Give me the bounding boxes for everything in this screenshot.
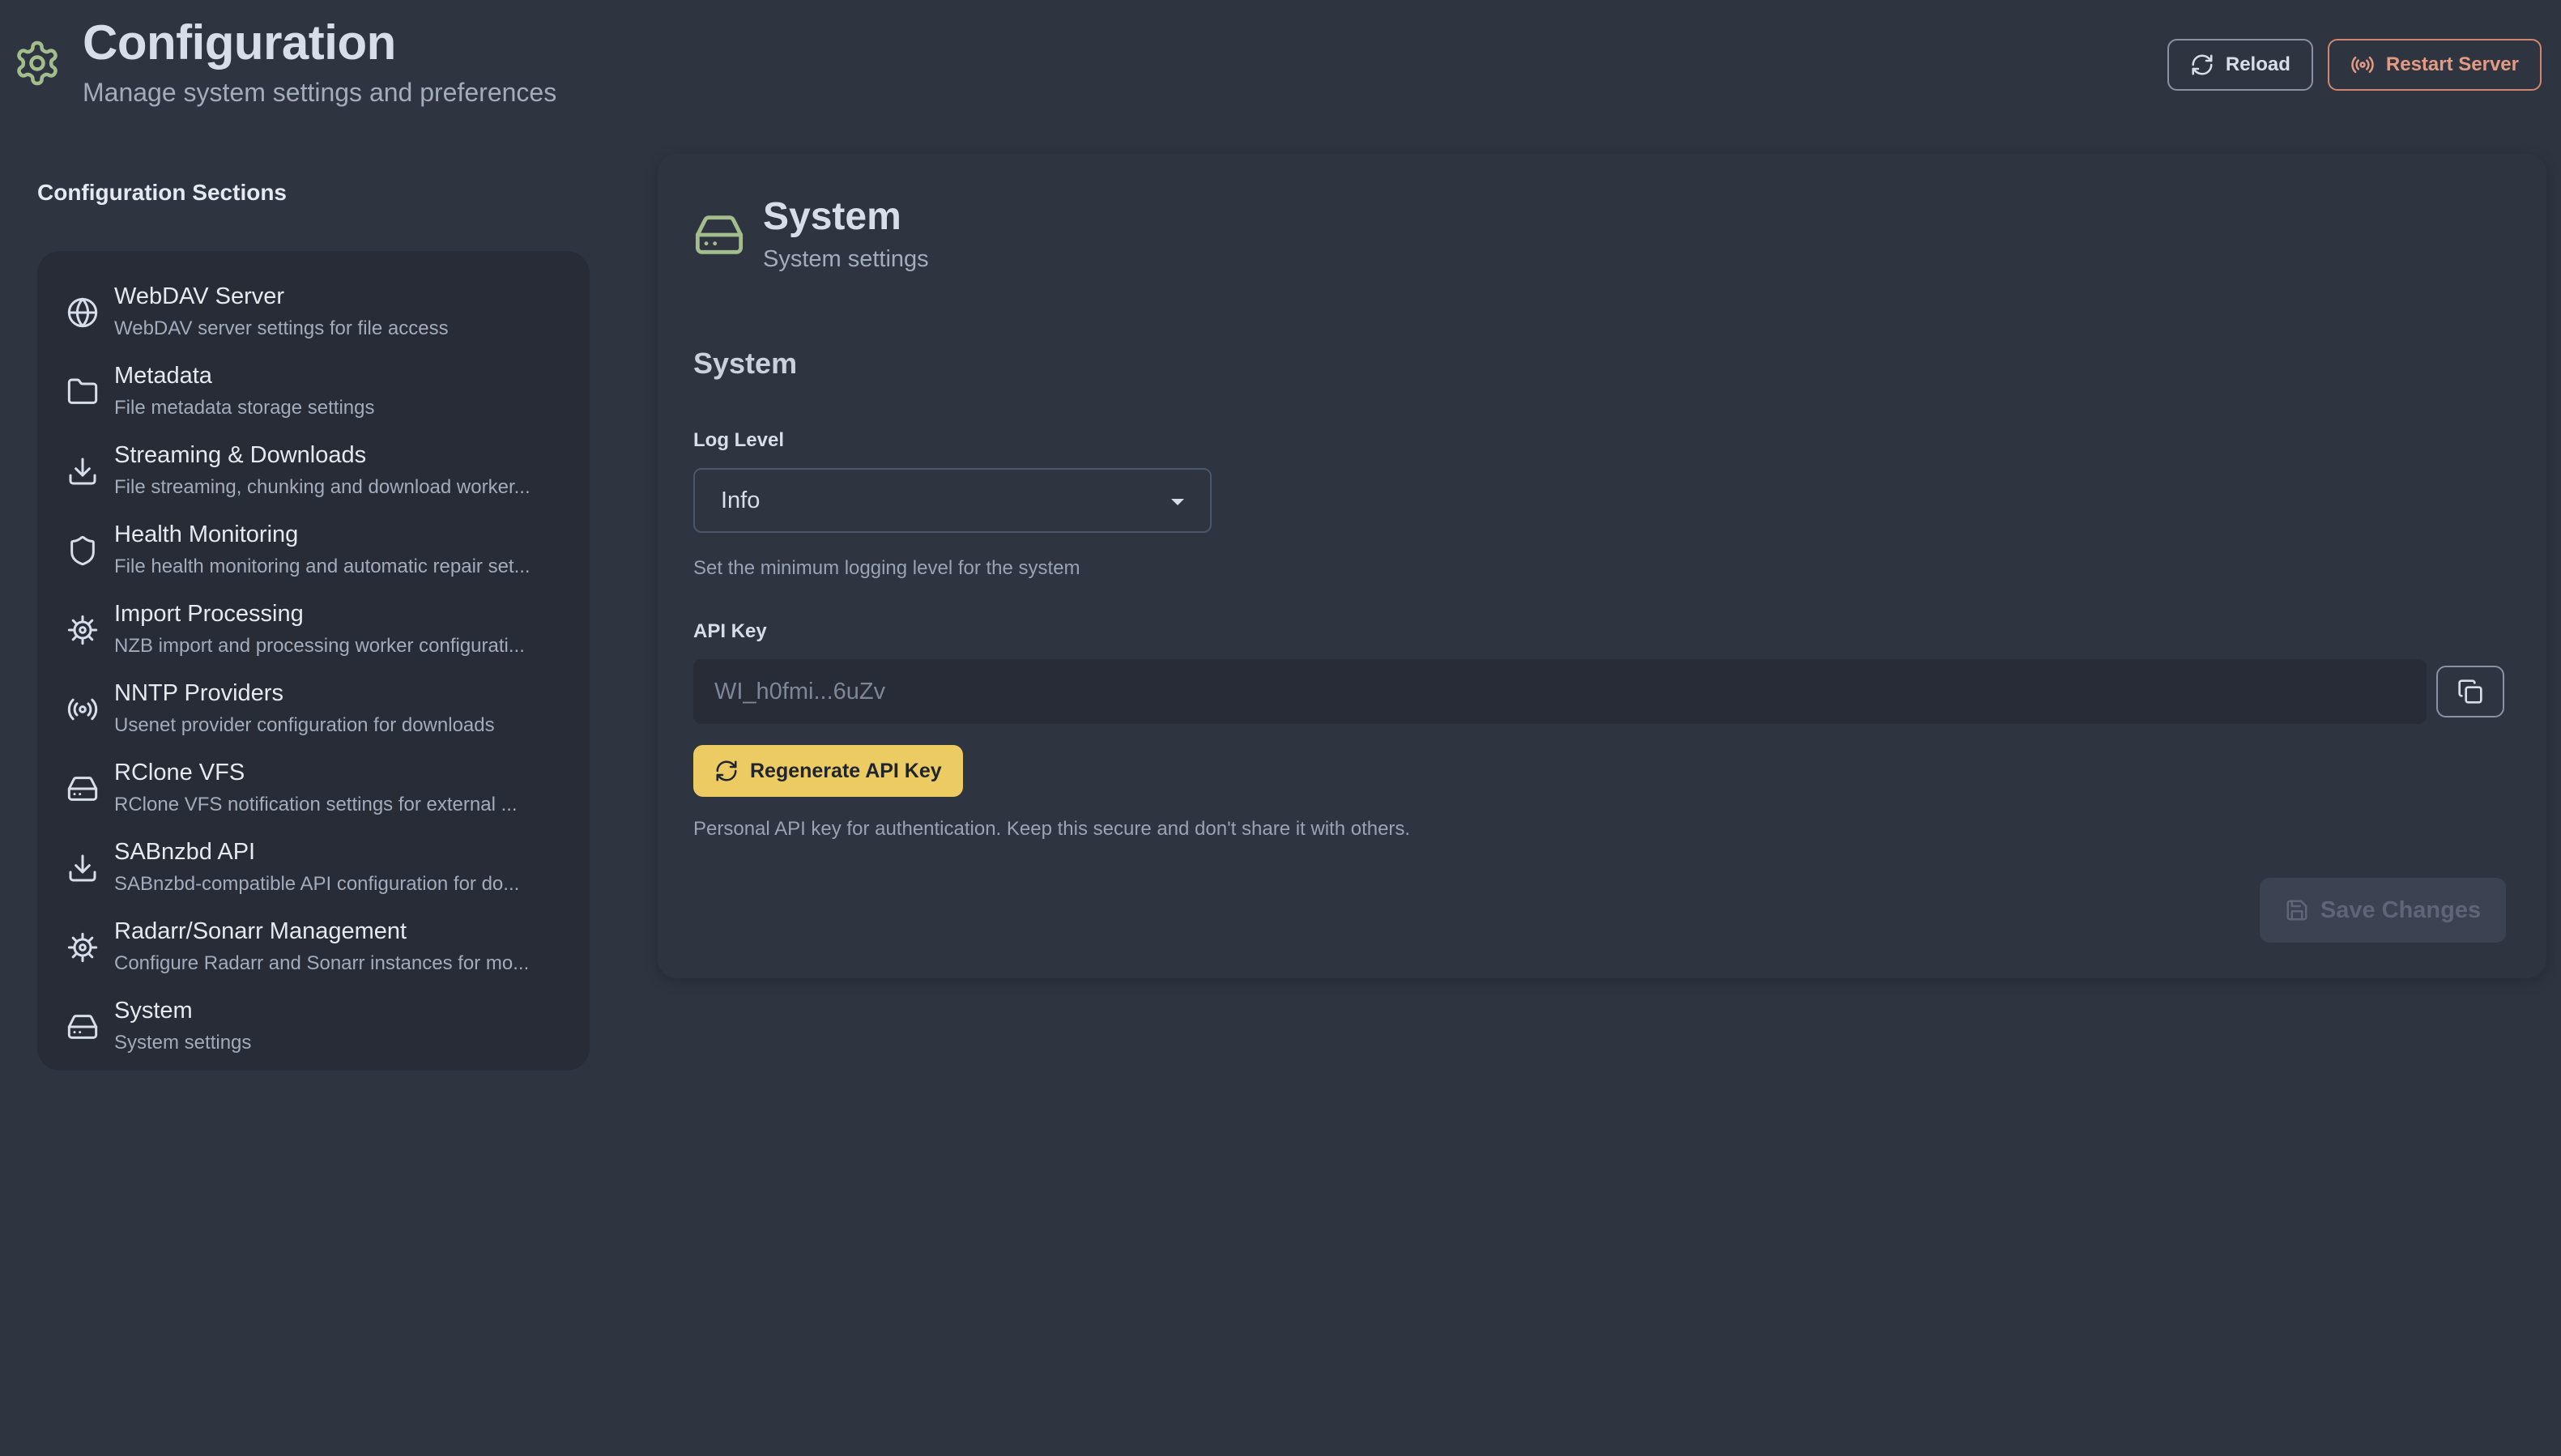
sidebar-item-label: SABnzbd API [114,839,256,865]
sidebar-item-import-processing[interactable]: Import Processing NZB import and process… [37,593,590,672]
sidebar-item-streaming-downloads[interactable]: Streaming & Downloads File streaming, ch… [37,434,590,513]
log-level-help: Set the minimum logging level for the sy… [693,557,1080,579]
download-icon [69,854,96,882]
sidebar-item-system[interactable]: System System settings [37,990,590,1069]
sidebar-item-health-monitoring[interactable]: Health Monitoring File health monitoring… [37,513,590,593]
cog-icon [67,615,98,645]
restart-server-button-label: Restart Server [2385,53,2519,75]
gear-icon [17,40,58,86]
sidebar-heading: Configuration Sections [37,180,287,205]
api-key-input[interactable] [693,659,2427,724]
sidebar-item-label: Health Monitoring [114,522,299,547]
settings-panel: System System settings System Log Level … [658,154,2546,978]
section-subtitle: System settings [763,246,929,272]
sidebar-item-description: File metadata storage settings [114,397,375,419]
copy-icon [2458,679,2482,704]
cog-icon [67,932,98,963]
restart-server-button[interactable]: Restart Server [2327,39,2542,91]
shield-icon [70,535,95,566]
sidebar-item-description: File health monitoring and automatic rep… [114,556,531,577]
sidebar-item-label: Radarr/Sonarr Management [114,918,407,944]
sidebar-item-description: System settings [114,1032,252,1054]
sidebar-item-nntp-providers[interactable]: NNTP Providers Usenet provider configura… [37,672,590,751]
sidebar-item-description: NZB import and processing worker configu… [114,635,525,657]
hard-drive-icon [695,215,744,254]
sidebar-item-label: NNTP Providers [114,680,283,706]
sidebar-item-sabnzbd-api[interactable]: SABnzbd API SABnzbd-compatible API confi… [37,831,590,910]
log-level-select[interactable]: Info [693,468,1212,533]
sidebar-item-label: WebDAV Server [114,283,285,309]
sidebar: WebDAV Server WebDAV server settings for… [37,251,590,1071]
sidebar-item-description: Usenet provider configuration for downlo… [114,714,495,736]
sidebar-item-webdav-server[interactable]: WebDAV Server WebDAV server settings for… [37,275,590,355]
sidebar-item-metadata[interactable]: Metadata File metadata storage settings [37,355,590,434]
broadcast-icon [2351,56,2374,74]
sidebar-item-label: Metadata [114,363,212,389]
sidebar-item-description: SABnzbd-compatible API configuration for… [114,873,520,895]
regenerate-api-key-button[interactable]: Regenerate API Key [693,745,963,797]
hard-drive-icon [67,1015,98,1039]
sidebar-item-description: WebDAV server settings for file access [114,317,449,339]
refresh-icon [716,760,737,781]
refresh-icon [2192,54,2213,75]
folder-icon [67,378,98,404]
log-level-value: Info [721,487,761,513]
caret-down-icon [1171,499,1184,505]
download-icon [69,458,96,485]
copy-api-key-button[interactable] [2436,666,2504,717]
header-actions: Reload Restart Server [2167,39,2542,91]
page-subtitle: Manage system settings and preferences [83,78,557,107]
api-key-label: API Key [693,620,767,642]
log-level-label: Log Level [693,429,785,451]
broadcast-icon [67,698,98,721]
api-key-help: Personal API key for authentication. Kee… [693,818,1411,840]
sidebar-item-label: RClone VFS [114,760,245,785]
save-changes-label: Save Changes [2320,896,2482,923]
group-title: System [693,347,798,380]
regenerate-api-key-label: Regenerate API Key [750,759,942,782]
page-header: Configuration Manage system settings and… [0,0,2561,121]
reload-button[interactable]: Reload [2167,39,2313,91]
save-changes-button[interactable]: Save Changes [2260,878,2506,943]
reload-button-label: Reload [2225,53,2290,75]
page-title: Configuration [83,15,396,70]
hard-drive-icon [67,777,98,801]
sidebar-item-label: Import Processing [114,601,304,627]
sidebar-item-description: Configure Radarr and Sonarr instances fo… [114,952,530,974]
save-icon [2286,900,2307,921]
sidebar-item-radarr-sonarr-management[interactable]: Radarr/Sonarr Management Configure Radar… [37,910,590,990]
sidebar-item-description: File streaming, chunking and download wo… [114,476,531,498]
sidebar-item-label: Streaming & Downloads [114,442,367,468]
sidebar-item-description: RClone VFS notification settings for ext… [114,794,518,815]
section-title: System [763,195,901,238]
sidebar-item-label: System [114,998,193,1024]
configuration-page: Configuration Manage system settings and… [0,0,2561,1456]
globe-icon [67,297,98,328]
sidebar-item-rclone-vfs[interactable]: RClone VFS RClone VFS notification setti… [37,751,590,831]
